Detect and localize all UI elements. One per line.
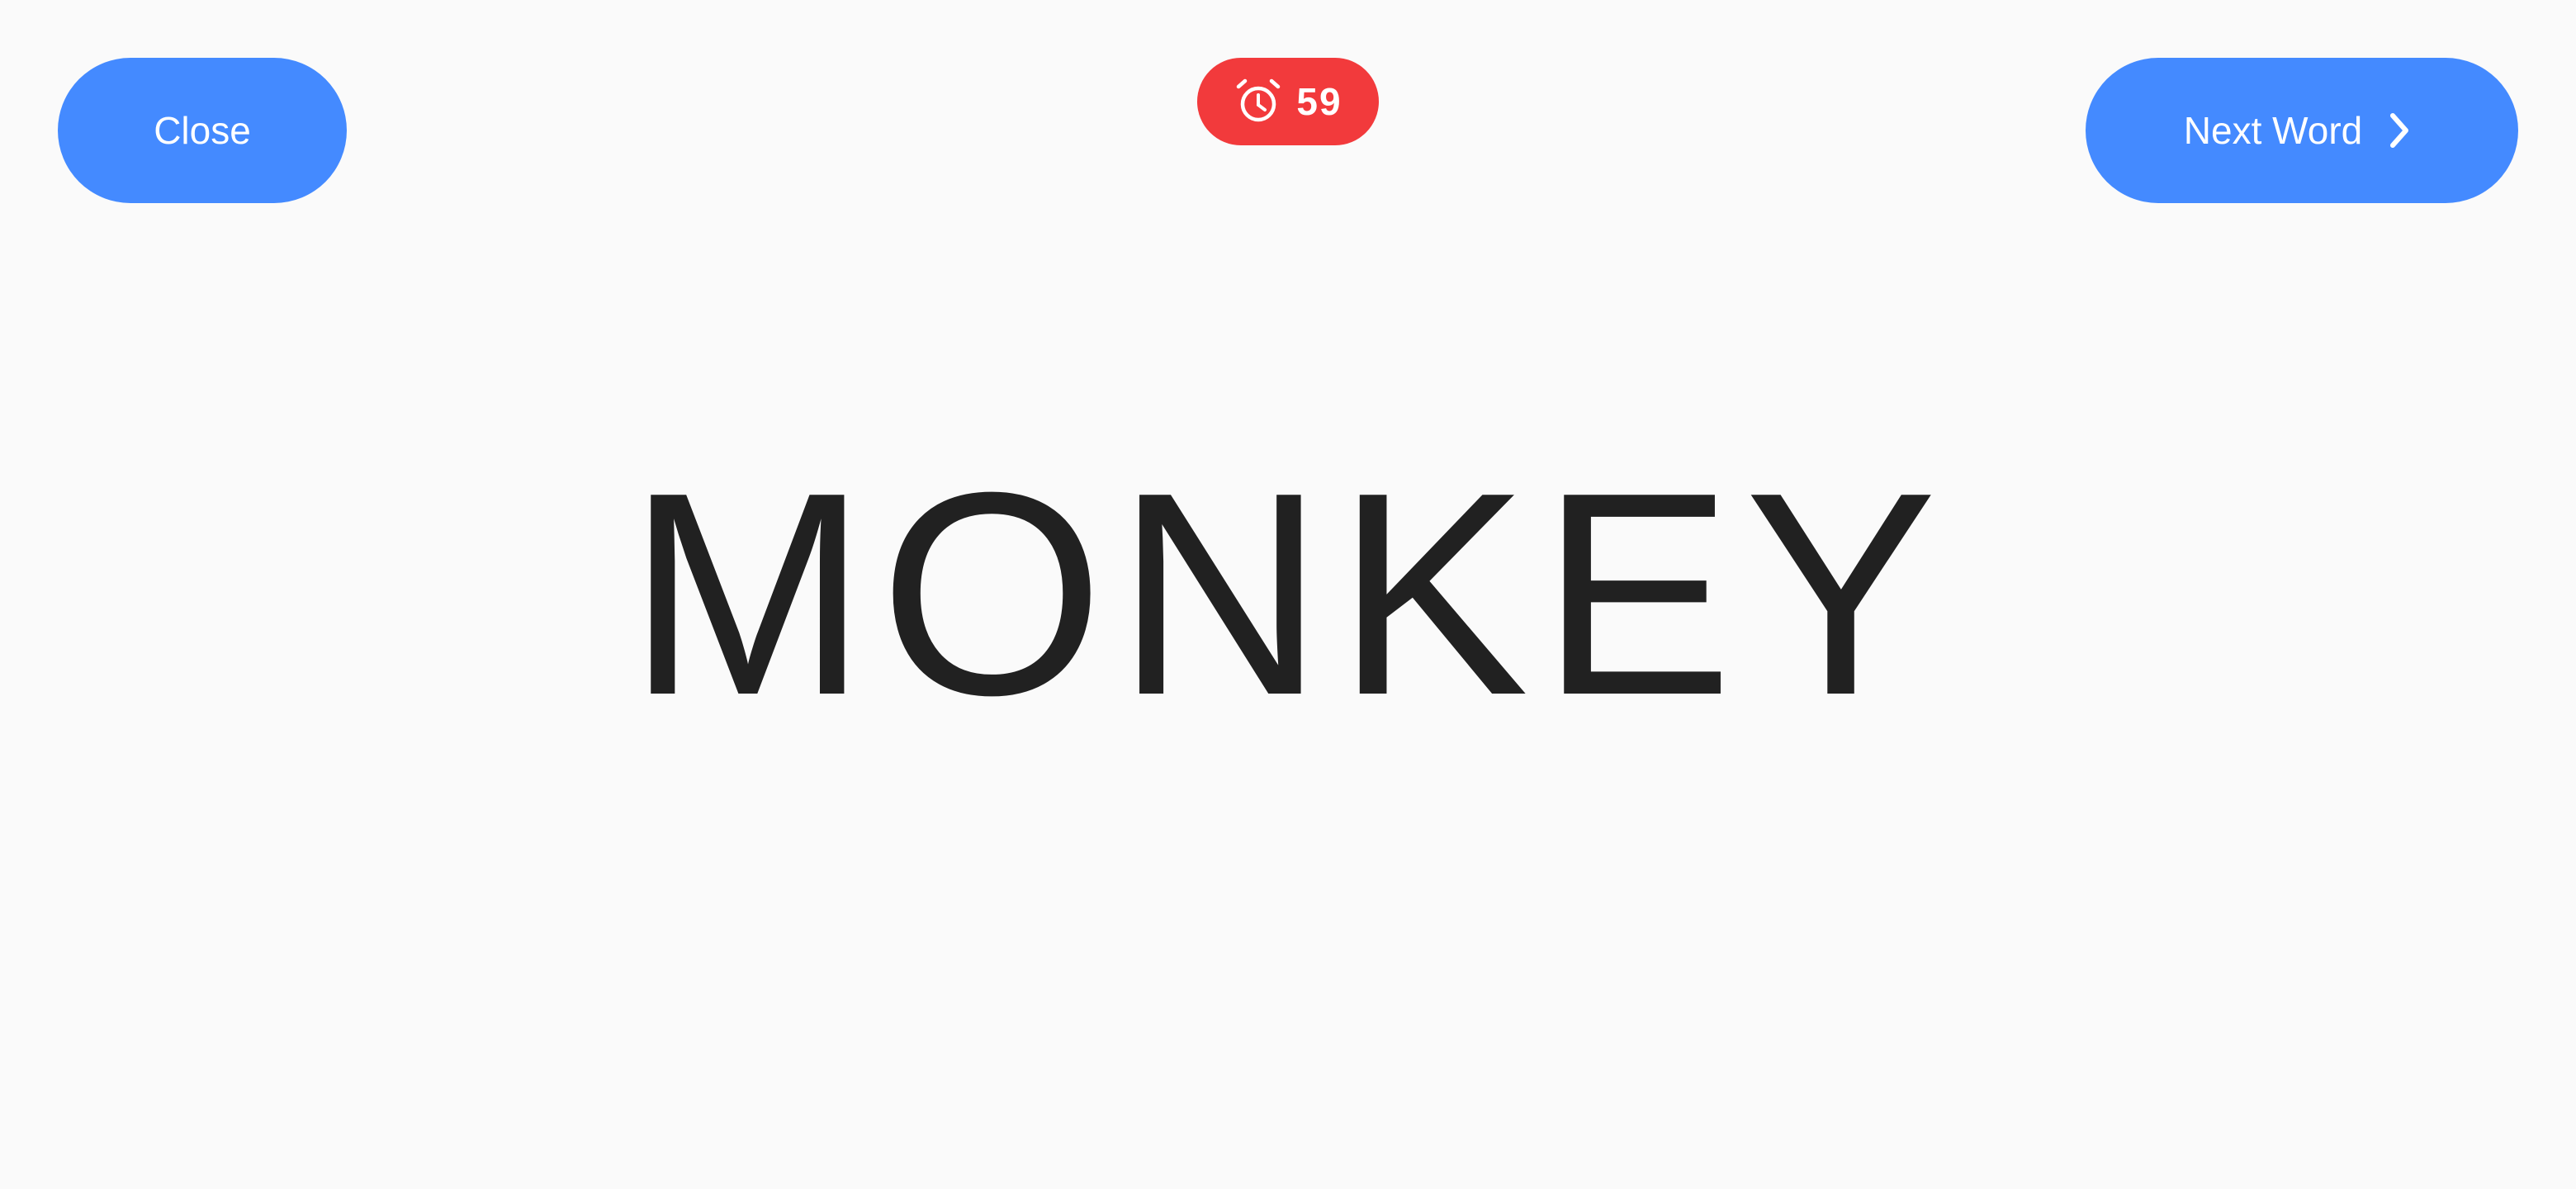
close-button[interactable]: Close [58, 58, 347, 203]
timer-count: 59 [1296, 80, 1342, 123]
game-screen: Close 59 Next Word MONKEY [0, 0, 2576, 1189]
chevron-right-icon [2379, 110, 2420, 151]
alarm-clock-icon [1234, 77, 1283, 126]
timer-badge: 59 [1197, 58, 1379, 145]
close-button-label: Close [154, 109, 251, 152]
next-word-button-label: Next Word [2183, 109, 2363, 152]
next-word-button[interactable]: Next Word [2086, 58, 2518, 203]
current-word: MONKEY [627, 433, 1949, 756]
